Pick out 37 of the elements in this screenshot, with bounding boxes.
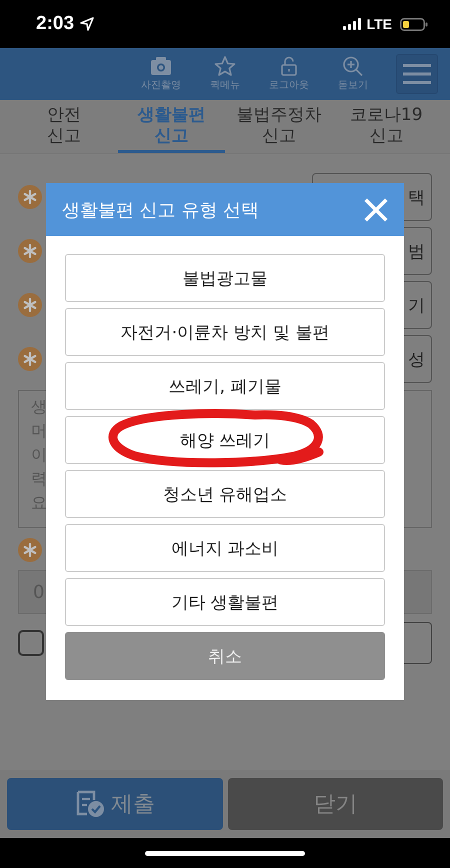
star-icon: [214, 56, 236, 76]
document-check-icon: [74, 790, 105, 818]
close-button[interactable]: 닫기: [228, 778, 443, 830]
close-icon[interactable]: [364, 198, 388, 222]
location-arrow-icon: [80, 17, 94, 31]
network-label: LTE: [366, 16, 392, 32]
required-icon: [18, 185, 42, 209]
header-action[interactable]: 사진촬영: [132, 56, 190, 92]
signal-icon: [342, 18, 361, 30]
submit-button[interactable]: 제출: [7, 778, 222, 830]
required-icon: [18, 538, 42, 562]
option-button[interactable]: 불법광고물: [65, 254, 385, 302]
required-icon: [18, 347, 42, 371]
required-icon: [18, 239, 42, 263]
menu-icon: [403, 64, 431, 84]
header-action[interactable]: 돋보기: [324, 56, 382, 92]
dialog-title: 생활불편 신고 유형 선택: [62, 198, 260, 222]
tab[interactable]: 불법주정차 신고: [225, 100, 332, 153]
zoom-icon: [342, 56, 364, 76]
lock-icon: [278, 56, 300, 76]
battery-icon: [400, 18, 428, 30]
checkbox[interactable]: [18, 630, 44, 656]
menu-button[interactable]: [396, 54, 438, 94]
option-button[interactable]: 쓰레기, 폐기물: [65, 362, 385, 410]
tab[interactable]: 코로나19 신고: [332, 100, 440, 153]
cancel-button[interactable]: 취소: [65, 632, 385, 680]
option-button[interactable]: 청소년 유해업소: [65, 470, 385, 518]
required-icon: [18, 293, 42, 317]
status-time: 2:03: [36, 13, 74, 35]
tab[interactable]: 안전 신고: [10, 100, 118, 153]
camera-icon: [150, 56, 172, 76]
side-button[interactable]: [404, 622, 432, 664]
header-action[interactable]: 로그아웃: [260, 56, 318, 92]
option-button[interactable]: 기타 생활불편: [65, 578, 385, 626]
option-button[interactable]: 자전거·이륜차 방치 및 불편: [65, 308, 385, 356]
header-action[interactable]: 퀵메뉴: [196, 56, 254, 92]
option-button[interactable]: 에너지 과소비: [65, 524, 385, 572]
